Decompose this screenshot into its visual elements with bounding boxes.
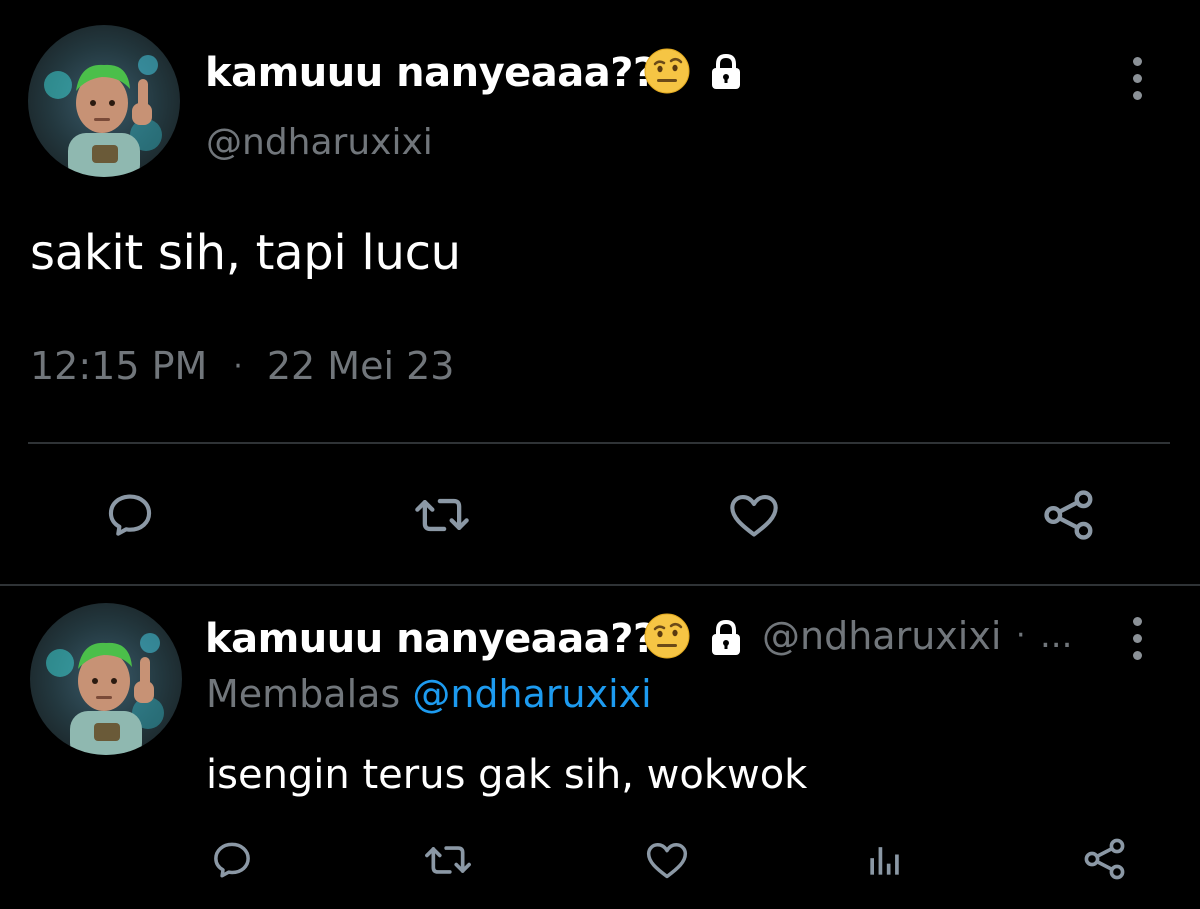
replying-prefix: Membalas (206, 672, 401, 716)
like-button[interactable] (722, 486, 786, 544)
divider (28, 442, 1170, 444)
analytics-icon (870, 847, 899, 875)
tweet-thread-screen: kamuuu nanyeaaa??? @ndharuxixi sakit sih… (0, 0, 1200, 909)
tweet-date: 22 Mei 23 (266, 344, 455, 388)
share-button[interactable] (1038, 484, 1100, 546)
reply-icon (214, 842, 250, 878)
tweet-timestamp[interactable]: 12:15 PM · 22 Mei 23 (30, 344, 454, 388)
share-button[interactable] (1080, 834, 1130, 884)
analytics-button[interactable] (862, 836, 908, 884)
display-name[interactable]: kamuuu nanyeaaa??? (205, 616, 679, 662)
avatar[interactable] (30, 603, 182, 755)
retweet-button[interactable] (420, 836, 476, 884)
replying-to: Membalas @ndharuxixi (206, 672, 652, 716)
face-with-raised-eyebrow-icon (644, 613, 690, 663)
avatar[interactable] (28, 25, 180, 177)
handle[interactable]: @ndharuxixi (206, 122, 433, 163)
face-with-raised-eyebrow-icon (644, 48, 690, 98)
reply-icon (108, 494, 152, 536)
more-options-icon[interactable] (1131, 617, 1143, 660)
share-icon (1044, 490, 1093, 540)
handle[interactable]: @ndharuxixi (762, 614, 1001, 658)
divider (0, 584, 1200, 586)
retweet-icon (425, 846, 471, 874)
meta-separator: · (1016, 618, 1026, 653)
mention-link[interactable]: @ndharuxixi (412, 672, 651, 716)
more-options-icon[interactable] (1131, 57, 1143, 100)
like-icon (646, 843, 688, 879)
retweet-button[interactable] (410, 486, 474, 544)
meta-separator: · (233, 348, 243, 384)
tweet-text: isengin terus gak sih, wokwok (206, 752, 808, 798)
lock-icon (706, 618, 746, 662)
tweet-time: 12:15 PM (30, 344, 208, 388)
like-button[interactable] (642, 836, 692, 884)
lock-icon (706, 52, 746, 96)
tweet-text: sakit sih, tapi lucu (30, 225, 461, 281)
reply-button[interactable] (100, 486, 160, 544)
display-name[interactable]: kamuuu nanyeaaa??? (205, 50, 679, 96)
like-icon (730, 494, 778, 537)
reply-button[interactable] (208, 836, 256, 884)
truncation-ellipsis: ... (1040, 616, 1073, 656)
retweet-icon (415, 498, 469, 532)
share-icon (1084, 838, 1125, 880)
